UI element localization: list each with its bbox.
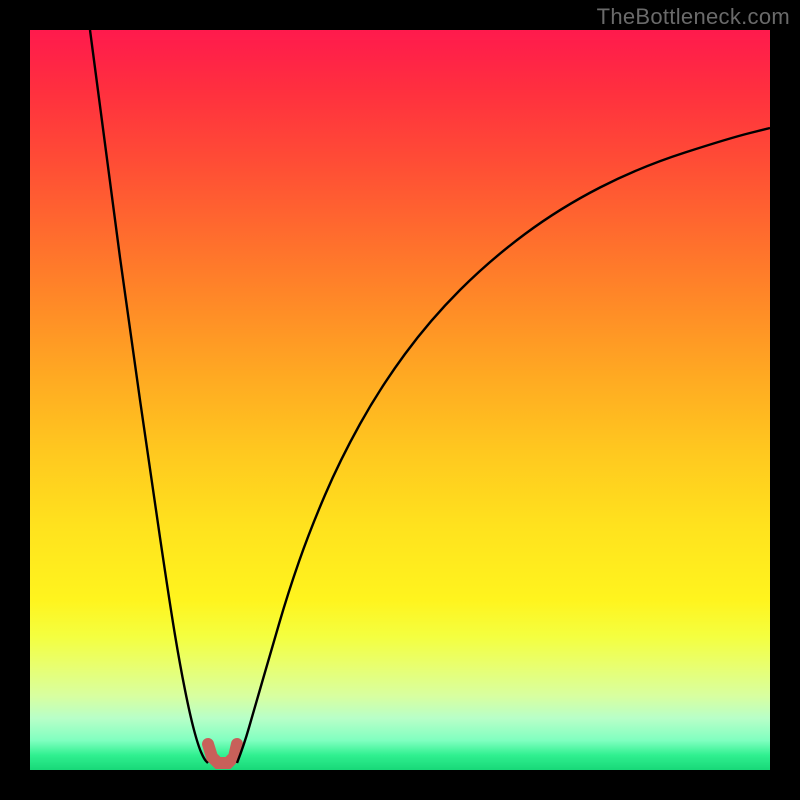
series-right-branch <box>237 128 770 763</box>
series-valley-marker <box>208 744 237 763</box>
watermark-text: TheBottleneck.com <box>597 4 790 30</box>
plot-area <box>30 30 770 770</box>
series-left-branch <box>90 30 208 763</box>
chart-frame: TheBottleneck.com <box>0 0 800 800</box>
chart-svg <box>30 30 770 770</box>
